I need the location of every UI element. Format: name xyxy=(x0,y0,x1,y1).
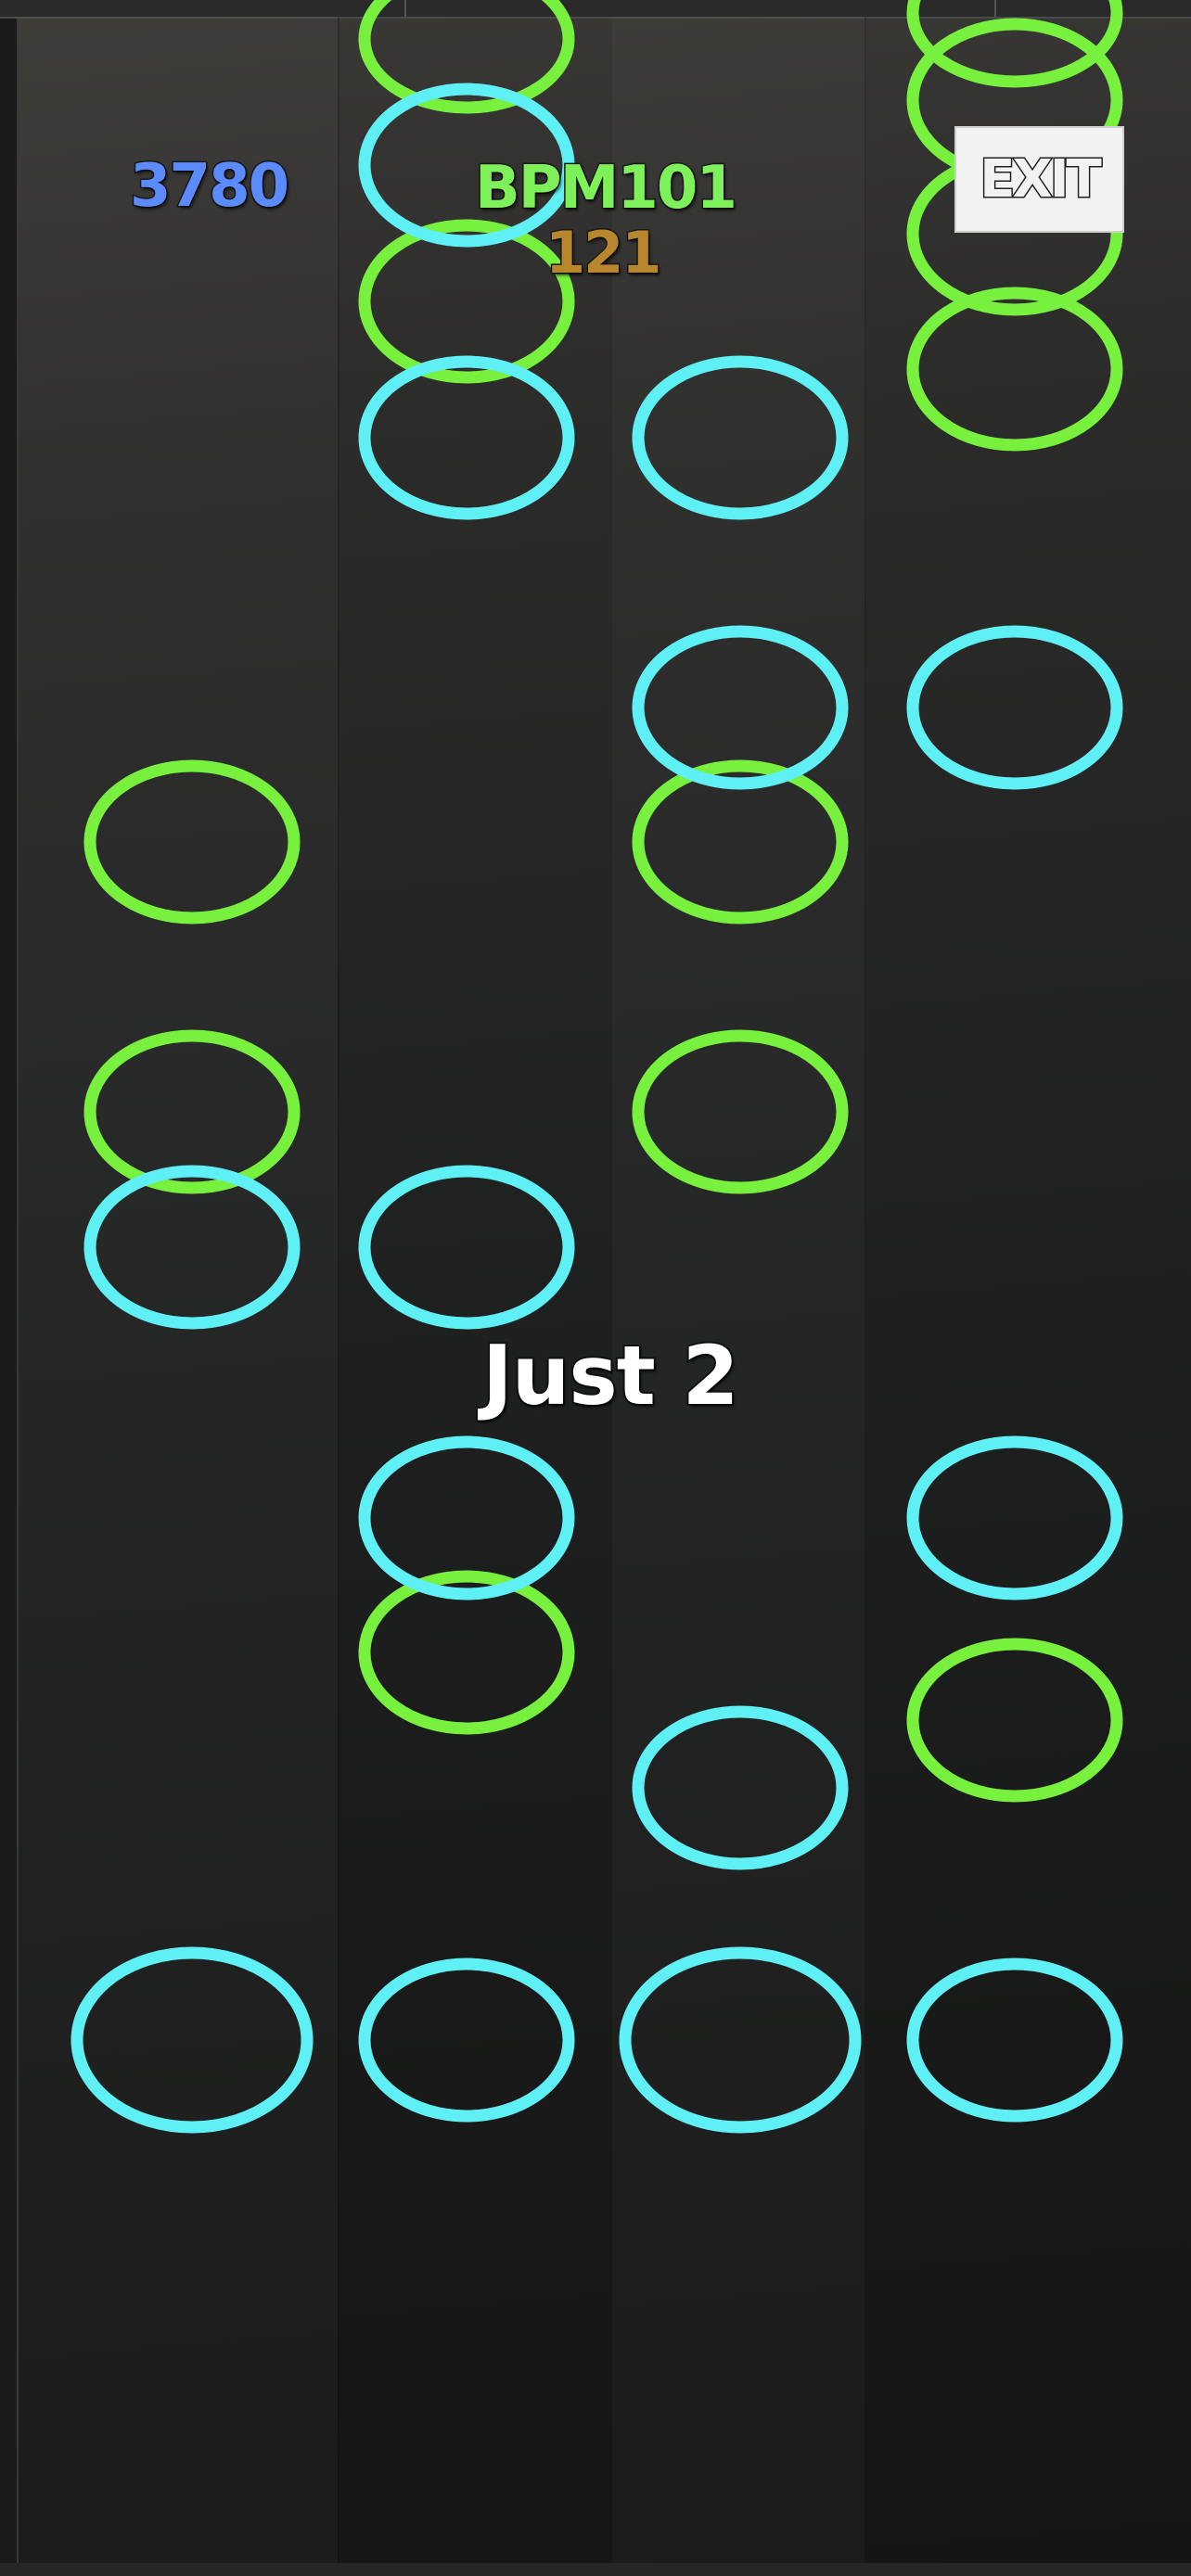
lane-1-receptor[interactable] xyxy=(70,1946,314,2134)
bpm-display: BPM101 xyxy=(474,153,739,224)
note-green-ring xyxy=(83,1029,301,1194)
note-green-ring xyxy=(83,759,301,925)
note-green-ring xyxy=(906,1638,1123,1803)
lane-3-receptor[interactable] xyxy=(619,1946,862,2134)
game-playfield[interactable]: 3780 BPM101 121 Just 2 EXIT xyxy=(0,0,1191,2576)
note-cyan-ring xyxy=(632,1705,849,1870)
note-cyan-ring xyxy=(358,355,575,520)
lane-4-receptor[interactable] xyxy=(906,1958,1123,2123)
note-cyan-ring xyxy=(906,1435,1123,1600)
score-counter: 3780 xyxy=(128,151,290,223)
bottom-frame-strip xyxy=(0,2563,1191,2576)
judgement-text: Just 2 xyxy=(480,1326,741,1425)
note-green-ring xyxy=(358,219,575,384)
note-cyan-ring xyxy=(358,1165,575,1330)
note-green-ring xyxy=(632,1029,849,1194)
exit-button-label: EXIT xyxy=(979,148,1103,211)
combo-counter: 121 xyxy=(544,218,662,288)
note-green-ring xyxy=(906,287,1123,452)
note-cyan-ring xyxy=(83,1165,301,1330)
exit-button[interactable]: EXIT xyxy=(954,126,1124,233)
note-cyan-ring xyxy=(632,355,849,520)
notes-layer xyxy=(70,0,1123,2134)
lane-2-receptor[interactable] xyxy=(358,1958,575,2123)
note-cyan-ring xyxy=(906,625,1123,790)
